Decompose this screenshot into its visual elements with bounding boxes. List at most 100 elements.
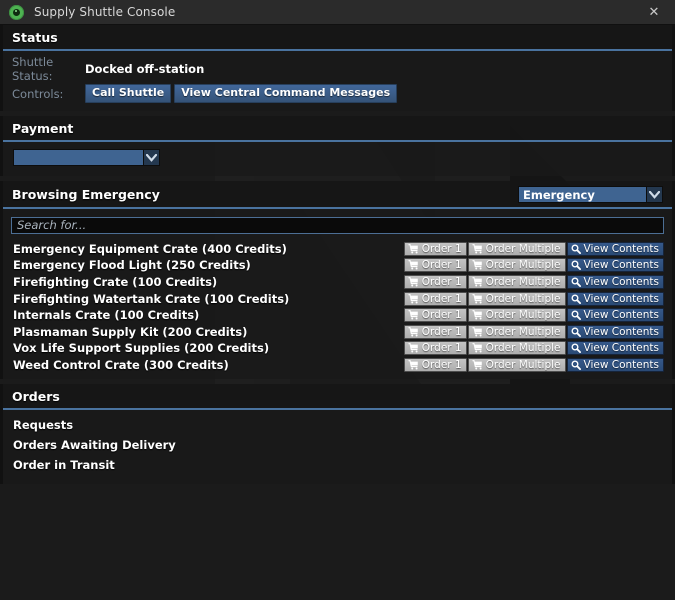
shopping-cart-icon	[472, 260, 483, 270]
magnifier-icon	[571, 260, 581, 271]
order-one-button[interactable]: Order 1	[403, 324, 467, 339]
product-row: Vox Life Support Supplies (200 Credits) O…	[11, 340, 664, 357]
view-contents-button[interactable]: View Contents	[566, 341, 664, 356]
magnifier-icon	[571, 360, 581, 370]
shuttle-status-label: Shuttle Status:	[12, 55, 54, 83]
shopping-cart-icon	[472, 293, 483, 304]
status-section-title: Status	[12, 30, 58, 45]
view-contents-label: View Contents	[583, 325, 659, 338]
order-multiple-button[interactable]: Order Multiple	[467, 324, 566, 339]
controls-row: Controls: Call Shuttle View Central Comm…	[12, 84, 663, 103]
shopping-cart-icon	[472, 326, 483, 337]
category-select[interactable]: Emergency	[518, 186, 663, 203]
order-multiple-button[interactable]: Order Multiple	[467, 241, 566, 256]
order-one-label: Order 1	[421, 292, 462, 305]
orders-section-header: Orders	[3, 384, 672, 411]
shopping-cart-icon	[408, 260, 419, 270]
view-contents-label: View Contents	[583, 309, 659, 322]
magnifier-icon	[571, 310, 581, 321]
product-name: Firefighting Watertank Crate (100 Credit…	[13, 291, 290, 306]
order-multiple-label: Order Multiple	[485, 242, 561, 255]
product-row: Weed Control Crate (300 Credits) Order 1O…	[11, 357, 664, 374]
product-row: Firefighting Crate (100 Credits) Order 1O…	[11, 274, 664, 291]
order-one-label: Order 1	[421, 342, 462, 355]
order-multiple-button[interactable]: Order Multiple	[467, 308, 566, 323]
shopping-cart-icon	[408, 326, 419, 337]
product-action-buttons: Order 1 Order Multiple View Contents	[403, 274, 664, 289]
product-name: Vox Life Support Supplies (200 Credits)	[13, 341, 270, 356]
order-one-button[interactable]: Order 1	[403, 341, 467, 356]
order-one-button[interactable]: Order 1	[403, 357, 467, 372]
view-contents-label: View Contents	[583, 358, 659, 371]
product-action-buttons: Order 1 Order Multiple View Contents	[403, 308, 664, 323]
search-input[interactable]	[11, 216, 664, 234]
payment-account-select[interactable]	[13, 149, 160, 166]
product-action-buttons: Order 1 Order Multiple View Contents	[403, 341, 664, 356]
shopping-cart-icon	[408, 243, 419, 254]
product-name: Weed Control Crate (300 Credits)	[13, 357, 229, 372]
order-multiple-button[interactable]: Order Multiple	[467, 274, 566, 289]
shopping-cart-icon	[472, 343, 483, 353]
view-contents-button[interactable]: View Contents	[566, 258, 664, 273]
orders-section-body: Requests Orders Awaiting Delivery Order in…	[3, 410, 672, 484]
order-multiple-button[interactable]: Order Multiple	[467, 291, 566, 306]
order-one-label: Order 1	[421, 259, 462, 272]
controls-button-row: Call Shuttle View Central Command Messag…	[85, 84, 398, 103]
product-row: Emergency Flood Light (250 Credits) Order…	[11, 257, 664, 274]
order-multiple-label: Order Multiple	[485, 275, 561, 288]
order-one-label: Order 1	[421, 242, 462, 255]
magnifier-icon	[571, 327, 581, 337]
call-shuttle-button[interactable]: Call Shuttle	[85, 84, 172, 103]
close-icon[interactable]: ✕	[633, 0, 675, 25]
order-multiple-button[interactable]: Order Multiple	[467, 357, 566, 372]
payment-panel: Payment	[0, 116, 675, 176]
product-name: Internals Crate (100 Credits)	[13, 308, 200, 323]
window-title: Supply Shuttle Console	[34, 5, 176, 19]
chevron-down-icon	[143, 150, 159, 165]
order-multiple-button[interactable]: Order Multiple	[467, 258, 566, 273]
order-multiple-label: Order Multiple	[485, 309, 561, 322]
order-multiple-label: Order Multiple	[485, 342, 561, 355]
category-select-value: Emergency	[523, 187, 595, 202]
orders-panel: Orders Requests Orders Awaiting Delivery O…	[0, 384, 675, 485]
order-one-button[interactable]: Order 1	[403, 308, 467, 323]
view-contents-label: View Contents	[583, 342, 659, 355]
product-action-buttons: Order 1 Order Multiple View Contents	[403, 291, 664, 306]
order-one-label: Order 1	[421, 309, 462, 322]
product-row: Plasmaman Supply Kit (200 Credits) Order …	[11, 323, 664, 340]
magnifier-icon	[571, 343, 581, 354]
view-contents-label: View Contents	[583, 292, 659, 305]
order-multiple-label: Order Multiple	[485, 259, 561, 272]
view-contents-button[interactable]: View Contents	[566, 241, 664, 256]
browsing-panel: Browsing Emergency Emergency Emergency E…	[0, 181, 675, 380]
view-contents-button[interactable]: View Contents	[566, 291, 664, 306]
order-multiple-button[interactable]: Order Multiple	[467, 341, 566, 356]
product-name: Plasmaman Supply Kit (200 Credits)	[13, 324, 248, 339]
product-action-buttons: Order 1 Order Multiple View Contents	[403, 241, 664, 256]
view-contents-button[interactable]: View Contents	[566, 308, 664, 323]
order-multiple-label: Order Multiple	[485, 292, 561, 305]
console-content: Status Shuttle Status: Docked off-statio…	[0, 25, 675, 485]
product-row: Emergency Equipment Crate (400 Credits) O…	[11, 241, 664, 258]
search-row	[3, 209, 672, 239]
view-contents-label: View Contents	[583, 242, 659, 255]
shopping-cart-icon	[408, 343, 419, 353]
status-section-header: Status	[3, 25, 672, 51]
payment-account-select-value	[14, 150, 143, 165]
view-contents-label: View Contents	[583, 275, 659, 288]
shopping-cart-icon	[408, 277, 419, 287]
order-one-button[interactable]: Order 1	[403, 241, 467, 256]
product-action-buttons: Order 1 Order Multiple View Contents	[403, 357, 664, 372]
view-contents-button[interactable]: View Contents	[566, 274, 664, 289]
view-central-command-messages-button[interactable]: View Central Command Messages	[174, 84, 398, 103]
product-action-buttons: Order 1 Order Multiple View Contents	[403, 258, 664, 273]
product-row: Internals Crate (100 Credits) Order 1 Orde…	[11, 307, 664, 324]
view-contents-button[interactable]: View Contents	[566, 357, 664, 372]
order-one-button[interactable]: Order 1	[403, 291, 467, 306]
shopping-cart-icon	[472, 360, 483, 370]
payment-section-header: Payment	[3, 116, 672, 142]
controls-label: Controls:	[12, 86, 64, 101]
view-contents-button[interactable]: View Contents	[566, 324, 664, 339]
order-one-button[interactable]: Order 1	[403, 274, 467, 289]
order-one-button[interactable]: Order 1	[403, 258, 467, 273]
